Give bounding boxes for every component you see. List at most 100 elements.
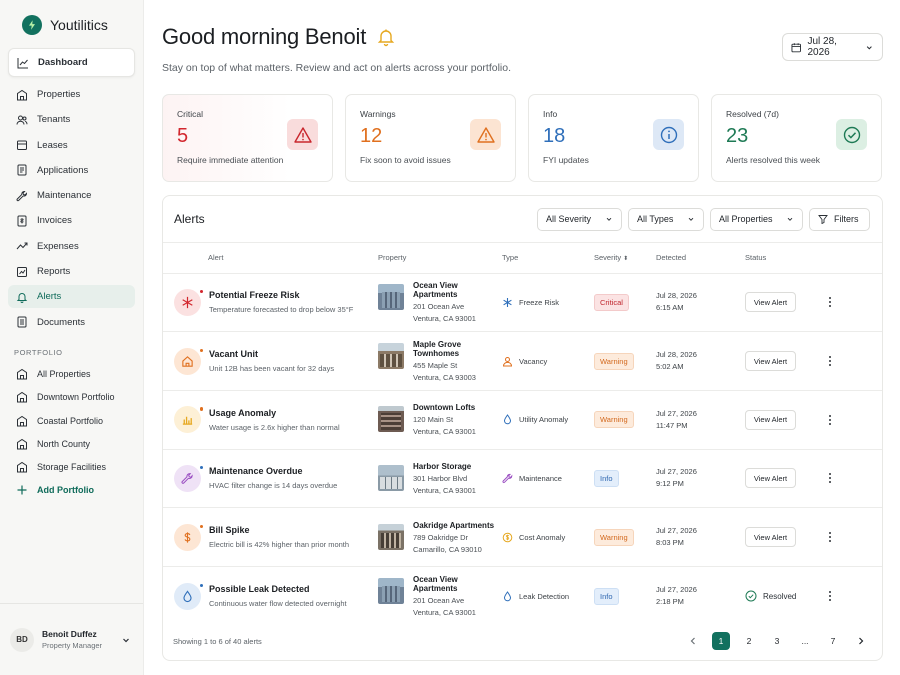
portfolio-item-north-county[interactable]: North County	[8, 432, 135, 455]
column-header-alert: Alert	[163, 243, 378, 274]
column-header-actions	[823, 243, 882, 274]
bell-icon	[16, 291, 28, 303]
stat-label: Critical	[177, 109, 203, 119]
building-icon	[16, 89, 28, 101]
coin-icon	[502, 532, 513, 542]
property-city: Ventura, CA 93001	[413, 427, 476, 437]
more-options-icon[interactable]	[823, 530, 837, 544]
nav-item-invoices[interactable]: Invoices	[8, 209, 135, 232]
nav-item-expenses[interactable]: Expenses	[8, 235, 135, 258]
alert-type: Utility Anomaly	[519, 415, 569, 425]
property-name: Maple Grove Townhomes	[413, 340, 462, 359]
brand-name: Youtilitics	[50, 17, 108, 33]
resolved-label: Resolved	[763, 591, 797, 601]
more-options-icon[interactable]	[823, 589, 837, 603]
portfolio-item-storage[interactable]: Storage Facilities	[8, 455, 135, 478]
property-address: 201 Ocean Ave	[413, 596, 465, 606]
greeting-row: Good morning Benoit	[162, 22, 883, 52]
view-alert-button[interactable]: View Alert	[745, 409, 796, 430]
stat-card-info[interactable]: Info 18 FYI updates	[528, 94, 699, 182]
user-menu[interactable]: BD Benoit Duffez Property Manager	[0, 603, 143, 675]
table-header-row: Alert Property Type Severity ⬍ Detected …	[163, 243, 882, 274]
pagination: 1 2 3 ... 7	[684, 632, 870, 650]
warning-triangle-icon	[470, 119, 501, 150]
portfolio-item-coastal[interactable]: Coastal Portfolio	[8, 409, 135, 432]
alert-subtitle: Unit 12B has been vacant for 32 days	[209, 364, 335, 374]
severity-filter[interactable]: All Severity	[537, 207, 622, 231]
nav-item-properties[interactable]: Properties	[8, 83, 135, 106]
view-alert-button[interactable]: View Alert	[745, 527, 796, 548]
page-button-2[interactable]: 2	[740, 632, 758, 650]
nav-item-leases[interactable]: Leases	[8, 134, 135, 157]
table-row[interactable]: Possible Leak Detected Continuous water …	[163, 566, 882, 625]
nav-item-maintenance[interactable]: Maintenance	[8, 184, 135, 207]
portfolio-item-label: All Properties	[37, 369, 91, 380]
detected-time: 2:18 PM	[656, 597, 684, 607]
nav-item-documents[interactable]: Documents	[8, 311, 135, 334]
more-options-icon[interactable]	[823, 354, 837, 368]
nav-item-reports[interactable]: Reports	[8, 260, 135, 283]
more-options-icon[interactable]	[823, 413, 837, 427]
unread-dot	[199, 465, 203, 470]
portfolio-item-label: Downtown Portfolio	[37, 392, 115, 403]
portfolio-item-all-properties[interactable]: All Properties	[8, 363, 135, 386]
table-row[interactable]: Usage Anomaly Water usage is 2.6x higher…	[163, 390, 882, 450]
building-icon	[16, 391, 28, 403]
type-filter[interactable]: All Types	[628, 207, 704, 231]
table-row[interactable]: Potential Freeze Risk Temperature foreca…	[163, 273, 882, 333]
brand[interactable]: Youtilitics	[8, 14, 135, 36]
property-filter[interactable]: All Properties	[710, 207, 803, 231]
page-button-1[interactable]: 1	[712, 632, 730, 650]
nav-item-applications[interactable]: Applications	[8, 159, 135, 182]
table-row[interactable]: Vacant Unit Unit 12B has been vacant for…	[163, 331, 882, 391]
nav-item-tenants[interactable]: Tenants	[8, 108, 135, 131]
stat-label: Info	[543, 109, 558, 119]
page-button-3[interactable]: 3	[768, 632, 786, 650]
page-button-7[interactable]: 7	[824, 632, 842, 650]
previous-page-button[interactable]	[684, 632, 702, 650]
property-city: Ventura, CA 93001	[413, 485, 476, 495]
date-picker[interactable]: Jul 28, 2026	[782, 33, 883, 61]
stat-card-resolved[interactable]: Resolved (7d) 23 Alerts resolved this we…	[711, 94, 882, 182]
user-icon	[502, 356, 513, 367]
alert-title: Vacant Unit	[209, 349, 259, 360]
add-portfolio-label: Add Portfolio	[37, 485, 94, 496]
property-city: Ventura, CA 93003	[413, 373, 476, 383]
chevron-down-icon	[787, 217, 793, 221]
droplet-icon	[503, 414, 512, 425]
next-page-button[interactable]	[852, 632, 870, 650]
resolved-status: Resolved	[745, 590, 823, 602]
portfolio-item-downtown[interactable]: Downtown Portfolio	[8, 386, 135, 409]
stat-card-warnings[interactable]: Warnings 12 Fix soon to avoid issues	[345, 94, 516, 182]
chevron-down-icon	[123, 638, 129, 642]
stat-card-critical[interactable]: Critical 5 Require immediate attention	[162, 94, 333, 182]
filters-button[interactable]: Filters	[809, 207, 870, 231]
alert-subtitle: Continuous water flow detected overnight	[209, 599, 347, 609]
property-address: 455 Maple St	[413, 361, 458, 371]
view-alert-button[interactable]: View Alert	[745, 468, 796, 489]
view-alert-button[interactable]: View Alert	[745, 351, 796, 372]
dollar-icon	[174, 523, 203, 551]
nav-label: Properties	[37, 89, 81, 100]
column-header-severity[interactable]: Severity ⬍	[594, 243, 656, 274]
table-row[interactable]: Maintenance Overdue HVAC filter change i…	[163, 449, 882, 509]
page-ellipsis: ...	[801, 636, 809, 646]
unread-dot	[199, 524, 203, 529]
alerts-table: Alert Property Type Severity ⬍ Detected …	[163, 243, 882, 625]
property-address: 201 Ocean Ave	[413, 302, 465, 312]
property-name: Downtown Lofts	[413, 403, 476, 413]
add-portfolio-button[interactable]: Add Portfolio	[8, 479, 135, 502]
property-name: Ocean View Apartments	[413, 281, 458, 300]
nav-item-dashboard[interactable]: Dashboard	[8, 48, 135, 77]
nav-item-alerts[interactable]: Alerts	[8, 285, 135, 309]
property-thumbnail	[378, 284, 404, 311]
property-city: Camarillo, CA 93010	[413, 544, 482, 554]
more-options-icon[interactable]	[823, 471, 837, 485]
table-row[interactable]: Bill Spike Electric bill is 42% higher t…	[163, 507, 882, 567]
stat-label: Warnings	[360, 109, 396, 119]
more-options-icon[interactable]	[823, 295, 837, 309]
alerts-panel: Alerts All Severity All Types All Proper…	[162, 195, 883, 661]
view-alert-button[interactable]: View Alert	[745, 292, 796, 313]
portfolio-section-label: PORTFOLIO	[14, 347, 63, 357]
alert-type: Freeze Risk	[519, 297, 560, 307]
